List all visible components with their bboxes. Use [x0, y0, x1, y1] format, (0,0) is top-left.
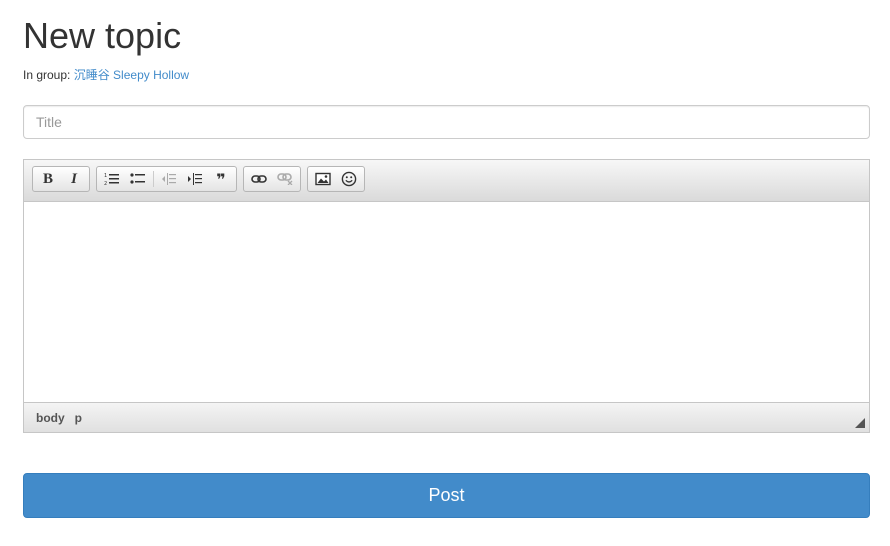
- svg-text:1: 1: [104, 173, 107, 179]
- numbered-list-icon: 1 2: [104, 173, 119, 186]
- smiley-icon: [341, 171, 357, 187]
- group-line: In group: 沉睡谷 Sleepy Hollow: [23, 67, 189, 83]
- page-title: New topic: [23, 15, 182, 56]
- bulleted-list-icon: [130, 173, 145, 184]
- link-button[interactable]: [246, 168, 272, 190]
- path-item-body[interactable]: body: [36, 411, 65, 425]
- italic-icon: I: [71, 170, 77, 187]
- editor-toolbar: B I 1 2 ❞: [24, 160, 869, 202]
- toolbar-group-links: [243, 166, 301, 192]
- rich-text-editor: B I 1 2 ❞ body p: [23, 159, 870, 433]
- increase-indent-icon: [188, 173, 202, 185]
- numbered-list-button[interactable]: 1 2: [99, 168, 125, 190]
- toolbar-separator: [153, 171, 154, 187]
- group-link[interactable]: 沉睡谷 Sleepy Hollow: [74, 68, 189, 82]
- bulleted-list-button[interactable]: [125, 168, 151, 190]
- italic-button[interactable]: I: [61, 168, 87, 190]
- toolbar-group-lists: 1 2 ❞: [96, 166, 237, 192]
- decrease-indent-button[interactable]: [156, 168, 182, 190]
- increase-indent-button[interactable]: [182, 168, 208, 190]
- toolbar-group-insert: [307, 166, 365, 192]
- resize-handle-icon[interactable]: [855, 418, 865, 428]
- link-icon: [251, 175, 267, 183]
- unlink-icon: [277, 173, 293, 185]
- editor-content-area[interactable]: [24, 202, 869, 402]
- decrease-indent-icon: [162, 173, 176, 185]
- toolbar-group-format: B I: [32, 166, 90, 192]
- bold-icon: B: [42, 170, 53, 187]
- path-item-p[interactable]: p: [75, 411, 82, 425]
- title-input[interactable]: [23, 105, 870, 139]
- post-button[interactable]: Post: [23, 473, 870, 518]
- image-icon: [315, 172, 331, 186]
- emoticon-button[interactable]: [336, 168, 362, 190]
- blockquote-icon: ❞: [216, 169, 226, 189]
- svg-text:2: 2: [104, 181, 107, 186]
- group-prefix: In group:: [23, 68, 71, 82]
- blockquote-button[interactable]: ❞: [208, 168, 234, 190]
- editor-statusbar: body p: [24, 402, 869, 432]
- bold-button[interactable]: B: [35, 168, 61, 190]
- unlink-button[interactable]: [272, 168, 298, 190]
- image-button[interactable]: [310, 168, 336, 190]
